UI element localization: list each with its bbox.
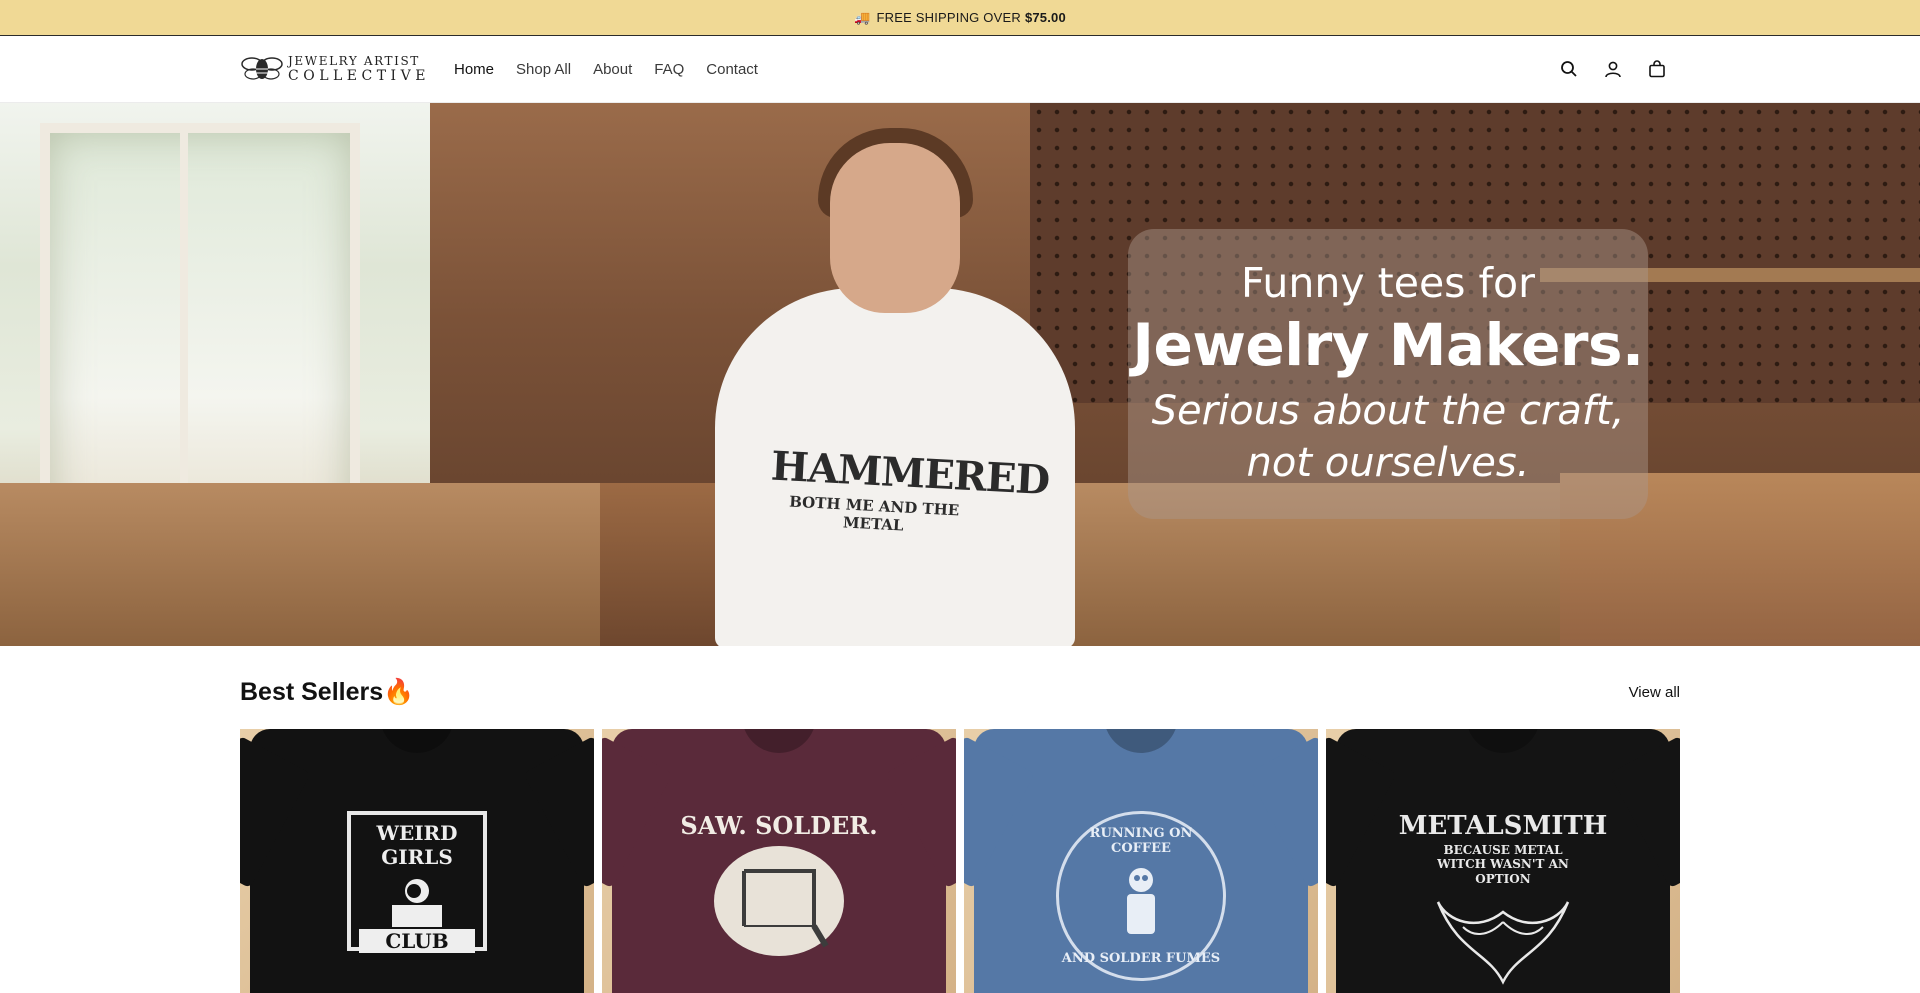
search-icon[interactable]: [1558, 58, 1580, 80]
product-print-art: [359, 869, 475, 929]
product-print: WEIRD GIRLS CLUB: [240, 811, 594, 953]
logo-line-1: JEWELRY ARTIST: [288, 54, 420, 68]
product-print-top: SAW. SOLDER.: [680, 811, 878, 840]
hero-shirt-print: HAMMERED BOTH ME AND THE METAL: [768, 442, 1051, 539]
hero-line-2: Jewelry Makers.: [1132, 311, 1644, 379]
hero-line-3a: Serious about the craft,: [1151, 388, 1625, 434]
product-print-box: WEIRD GIRLS CLUB: [347, 811, 487, 953]
logo-line-2: COLLECTIVE: [288, 68, 430, 84]
announcement-amount: $75.00: [1024, 10, 1066, 25]
nav-contact[interactable]: Contact: [706, 61, 758, 78]
product-print-top: WEIRD GIRLS: [376, 821, 458, 869]
announcement-bar: 🚚 FREE SHIPPING OVER $75.00: [0, 0, 1920, 36]
tee-collar: [742, 729, 816, 753]
nav-about[interactable]: About: [593, 61, 632, 78]
tee-collar: [1466, 729, 1540, 753]
best-sellers-title: Best Sellers🔥: [240, 678, 415, 706]
product-print-art: [714, 846, 844, 956]
nav-home[interactable]: Home: [454, 61, 494, 78]
announcement-text: FREE SHIPPING OVER: [876, 10, 1021, 25]
product-print: SAW. SOLDER.: [602, 811, 956, 956]
skeleton-icon: [1127, 867, 1155, 934]
best-sellers-header: Best Sellers🔥 View all: [240, 646, 1680, 729]
tee-collar: [380, 729, 454, 753]
product-card[interactable]: WEIRD GIRLS CLUB: [240, 729, 594, 993]
hero-banner[interactable]: HAMMERED BOTH ME AND THE METAL Funny tee…: [0, 103, 1920, 646]
phoenix-icon: [1436, 901, 1570, 985]
product-card[interactable]: METALSMITH BECAUSE METAL WITCH WASN'T AN…: [1326, 729, 1680, 993]
product-print-badge: RUNNING ON COFFEE AND SOLDER FUMES: [1056, 811, 1226, 981]
header-icons: [1558, 58, 1668, 80]
product-print: RUNNING ON COFFEE AND SOLDER FUMES: [964, 811, 1318, 981]
main-nav: Home Shop All About FAQ Contact: [454, 61, 758, 78]
view-all-link[interactable]: View all: [1629, 684, 1680, 701]
logo[interactable]: JEWELRY ARTIST COLLECTIVE: [240, 51, 430, 87]
product-print-top: METALSMITH: [1398, 811, 1608, 841]
nav-faq[interactable]: FAQ: [654, 61, 684, 78]
cart-icon[interactable]: [1646, 58, 1668, 80]
product-print: METALSMITH BECAUSE METAL WITCH WASN'T AN…: [1326, 811, 1680, 993]
product-print-top: RUNNING ON COFFEE: [1089, 826, 1193, 856]
hero-model-head: [830, 143, 960, 313]
product-grid: WEIRD GIRLS CLUB SAW. SOLDER. RUNNING ON…: [240, 729, 1680, 993]
truck-icon: 🚚: [854, 9, 871, 25]
hero-shirt-print-big: HAMMERED: [769, 442, 1051, 505]
bee-icon: [241, 57, 283, 80]
tee-collar: [1104, 729, 1178, 753]
hero-headline-card: Funny tees for Jewelry Makers. Serious a…: [1128, 229, 1648, 519]
product-card[interactable]: SAW. SOLDER.: [602, 729, 956, 993]
logo-text: JEWELRY ARTIST COLLECTIVE: [288, 55, 430, 83]
product-print-bottom: CLUB: [359, 929, 475, 953]
product-print-bottom: BECAUSE METAL WITCH WASN'T AN OPTION: [1437, 843, 1569, 886]
best-sellers-section: Best Sellers🔥 View all WEIRD GIRLS CLUB …: [0, 646, 1920, 993]
hero-line-3b: not ourselves.: [1246, 440, 1530, 486]
account-icon[interactable]: [1602, 58, 1624, 80]
hero-line-3: Serious about the craft, not ourselves.: [1152, 385, 1625, 489]
nav-shop-all[interactable]: Shop All: [516, 61, 571, 78]
product-print-bottom: AND SOLDER FUMES: [1061, 951, 1221, 966]
product-card[interactable]: RUNNING ON COFFEE AND SOLDER FUMES: [964, 729, 1318, 993]
site-header: JEWELRY ARTIST COLLECTIVE Home Shop All …: [0, 36, 1920, 103]
hero-line-1: Funny tees for: [1241, 259, 1535, 307]
